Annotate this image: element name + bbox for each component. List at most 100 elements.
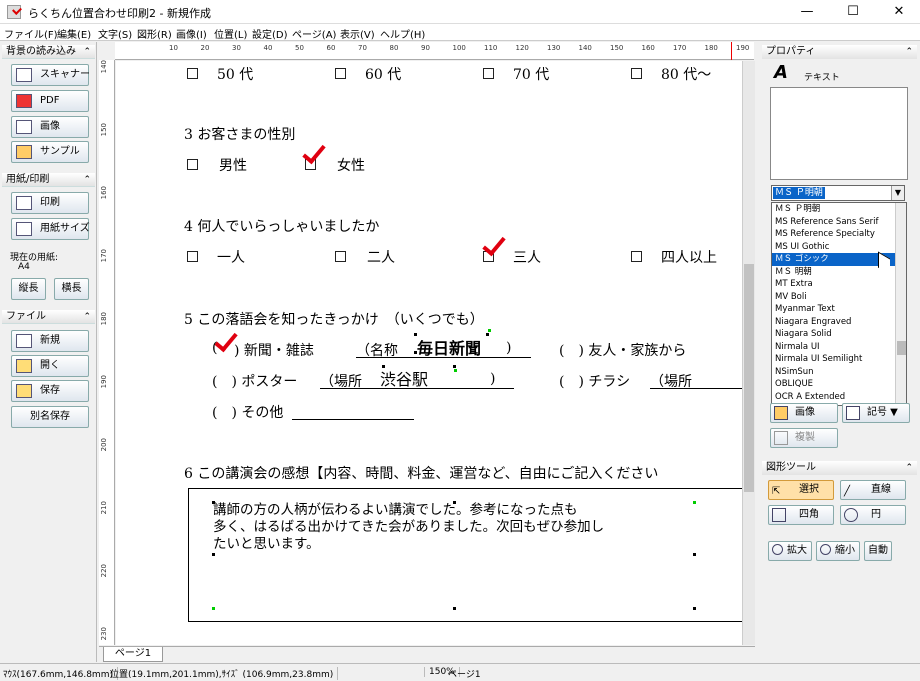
font-option[interactable]: MS Reference Specialty xyxy=(772,228,895,241)
font-option[interactable]: Nirmala UI xyxy=(772,341,895,354)
font-option[interactable]: MS UI Gothic xyxy=(772,241,895,254)
minimize-button[interactable]: — xyxy=(784,0,830,24)
tab-page1[interactable]: ページ1 xyxy=(103,647,163,662)
selection-handle[interactable] xyxy=(453,365,456,368)
portrait-button[interactable]: 縦長 xyxy=(11,278,46,300)
text-content-area[interactable] xyxy=(770,87,908,180)
symbol-button[interactable]: 記号 ▼ xyxy=(842,403,910,423)
selection-handle[interactable] xyxy=(212,501,215,504)
save-as-button[interactable]: 別名保存 xyxy=(11,406,89,428)
font-list-scrollbar[interactable] xyxy=(895,203,906,405)
selection-handle[interactable] xyxy=(693,553,696,556)
checkbox-70s[interactable] xyxy=(483,68,494,79)
close-button[interactable]: ✕ xyxy=(876,0,920,24)
print-button[interactable]: 印刷 xyxy=(11,192,89,214)
collapse-icon[interactable]: ⌃ xyxy=(83,45,91,59)
comment-line-2[interactable]: 多く、はるばる出かけてきた会がありました。次回もぜひ参加し xyxy=(213,519,604,536)
save-button[interactable]: 保存 xyxy=(11,380,89,402)
select-tool-button[interactable]: ⇱ 選択 xyxy=(768,480,834,500)
line-tool-button[interactable]: ╱ 直線 xyxy=(840,480,906,500)
landscape-button[interactable]: 横長 xyxy=(54,278,89,300)
bg-section-header[interactable]: 背景の読み込み ⌃ xyxy=(2,45,95,59)
menu-settings[interactable]: 設定(D) xyxy=(252,26,288,41)
rotate-handle[interactable] xyxy=(212,607,215,610)
print-section-header[interactable]: 用紙/印刷 ⌃ xyxy=(2,173,95,187)
checkbox-one[interactable] xyxy=(187,251,198,262)
menu-position[interactable]: 位置(L) xyxy=(214,26,247,41)
font-option[interactable]: MV Boli xyxy=(772,291,895,304)
shape-tools-header[interactable]: 図形ツール ⌃ xyxy=(762,461,917,475)
rect-tool-button[interactable]: 四角 xyxy=(768,505,834,525)
menu-image[interactable]: 画像(I) xyxy=(176,26,207,41)
comment-line-3[interactable]: たいと思います。 xyxy=(213,536,320,553)
place-value-text[interactable]: 渋谷駅 xyxy=(380,366,428,390)
font-option[interactable]: MS Reference Sans Serif xyxy=(772,216,895,229)
font-dropdown-list[interactable]: ＭＳ Ｐ明朝 MS Reference Sans Serif MS Referenc… xyxy=(771,202,907,406)
font-option[interactable]: Nirmala UI Semilight xyxy=(772,353,895,366)
menu-page[interactable]: ページ(A) xyxy=(292,26,336,41)
font-option[interactable]: Niagara Solid xyxy=(772,328,895,341)
font-option[interactable]: ＭＳ ゴシック xyxy=(772,253,895,266)
checkbox-50s[interactable] xyxy=(187,68,198,79)
menu-help[interactable]: ヘルプ(H) xyxy=(380,26,425,41)
zoom-in-button[interactable]: 拡大 xyxy=(768,541,812,561)
name-value-text[interactable]: 毎日新聞 xyxy=(417,335,481,359)
collapse-icon[interactable]: ⌃ xyxy=(83,173,91,187)
font-option[interactable]: ＭＳ Ｐ明朝 xyxy=(772,203,895,216)
rotate-handle[interactable] xyxy=(454,369,457,372)
font-list-scroll-thumb[interactable] xyxy=(897,341,906,355)
checkbox-male[interactable] xyxy=(187,159,198,170)
menu-shape[interactable]: 図形(R) xyxy=(137,26,172,41)
document-canvas[interactable]: 50 代 60 代 70 代 80 代～ 3 お客さまの性別 男性 女性 4 何… xyxy=(116,61,742,645)
checkbox-four-plus[interactable] xyxy=(631,251,642,262)
menu-text[interactable]: 文字(S) xyxy=(98,26,132,41)
sample-button[interactable]: サンプル xyxy=(11,141,89,163)
menu-view[interactable]: 表示(V) xyxy=(340,26,375,41)
comment-line-1[interactable]: 講師の方の人柄が伝わるよい講演でした。参考になった点も xyxy=(213,502,578,519)
image-button[interactable]: 画像 xyxy=(11,116,89,138)
file-section-header[interactable]: ファイル ⌃ xyxy=(2,310,95,324)
circle-tool-button[interactable]: 円 xyxy=(840,505,906,525)
scrollbar-thumb[interactable] xyxy=(744,264,754,492)
vertical-scrollbar[interactable] xyxy=(742,61,755,645)
insert-image-button[interactable]: 画像 xyxy=(770,403,838,423)
collapse-icon[interactable]: ⌃ xyxy=(905,45,913,59)
chevron-down-icon[interactable]: ▼ xyxy=(891,186,904,200)
selection-handle[interactable] xyxy=(693,607,696,610)
selection-handle[interactable] xyxy=(414,351,417,354)
font-option[interactable]: ＭＳ 明朝 xyxy=(772,266,895,279)
checkbox-80s[interactable] xyxy=(631,68,642,79)
font-option[interactable]: OBLIQUE xyxy=(772,378,895,391)
font-option[interactable]: Myanmar Text xyxy=(772,303,895,316)
collapse-icon[interactable]: ⌃ xyxy=(83,310,91,324)
font-option[interactable]: Niagara Engraved xyxy=(772,316,895,329)
checkbox-two[interactable] xyxy=(335,251,346,262)
font-option[interactable]: OCR A Extended xyxy=(772,391,895,404)
font-select[interactable]: ＭＳ Ｐ明朝 ▼ xyxy=(771,185,905,201)
properties-header[interactable]: プロパティ ⌃ xyxy=(762,45,917,59)
selection-handle[interactable] xyxy=(486,333,489,336)
selection-handle[interactable] xyxy=(382,365,385,368)
paper-size-button[interactable]: 用紙サイズ xyxy=(11,218,90,240)
new-button[interactable]: 新規 xyxy=(11,330,89,352)
menu-edit[interactable]: 編集(E) xyxy=(57,26,91,41)
font-option[interactable]: NSimSun xyxy=(772,366,895,379)
selection-handle[interactable] xyxy=(453,607,456,610)
scanner-button[interactable]: スキャナー xyxy=(11,64,90,86)
checkbox-60s[interactable] xyxy=(335,68,346,79)
maximize-button[interactable]: ☐ xyxy=(830,0,876,24)
auto-zoom-button[interactable]: 自動 xyxy=(864,541,892,561)
rotate-handle[interactable] xyxy=(488,329,491,332)
collapse-icon[interactable]: ⌃ xyxy=(905,461,913,475)
free-comment-box[interactable]: 講師の方の人柄が伝わるよい講演でした。参考になった点も 多く、はるばる出かけてき… xyxy=(188,488,742,622)
zoom-out-button[interactable]: 縮小 xyxy=(816,541,860,561)
menu-file[interactable]: ファイル(F) xyxy=(4,26,58,41)
rotate-handle[interactable] xyxy=(693,501,696,504)
pdf-button[interactable]: PDF xyxy=(11,90,89,112)
font-option[interactable]: MT Extra xyxy=(772,278,895,291)
selection-handle[interactable] xyxy=(414,333,417,336)
selection-handle[interactable] xyxy=(453,501,456,504)
selection-handle[interactable] xyxy=(212,553,215,556)
open-button[interactable]: 開く xyxy=(11,355,89,377)
duplicate-button[interactable]: 複製 xyxy=(770,428,838,448)
